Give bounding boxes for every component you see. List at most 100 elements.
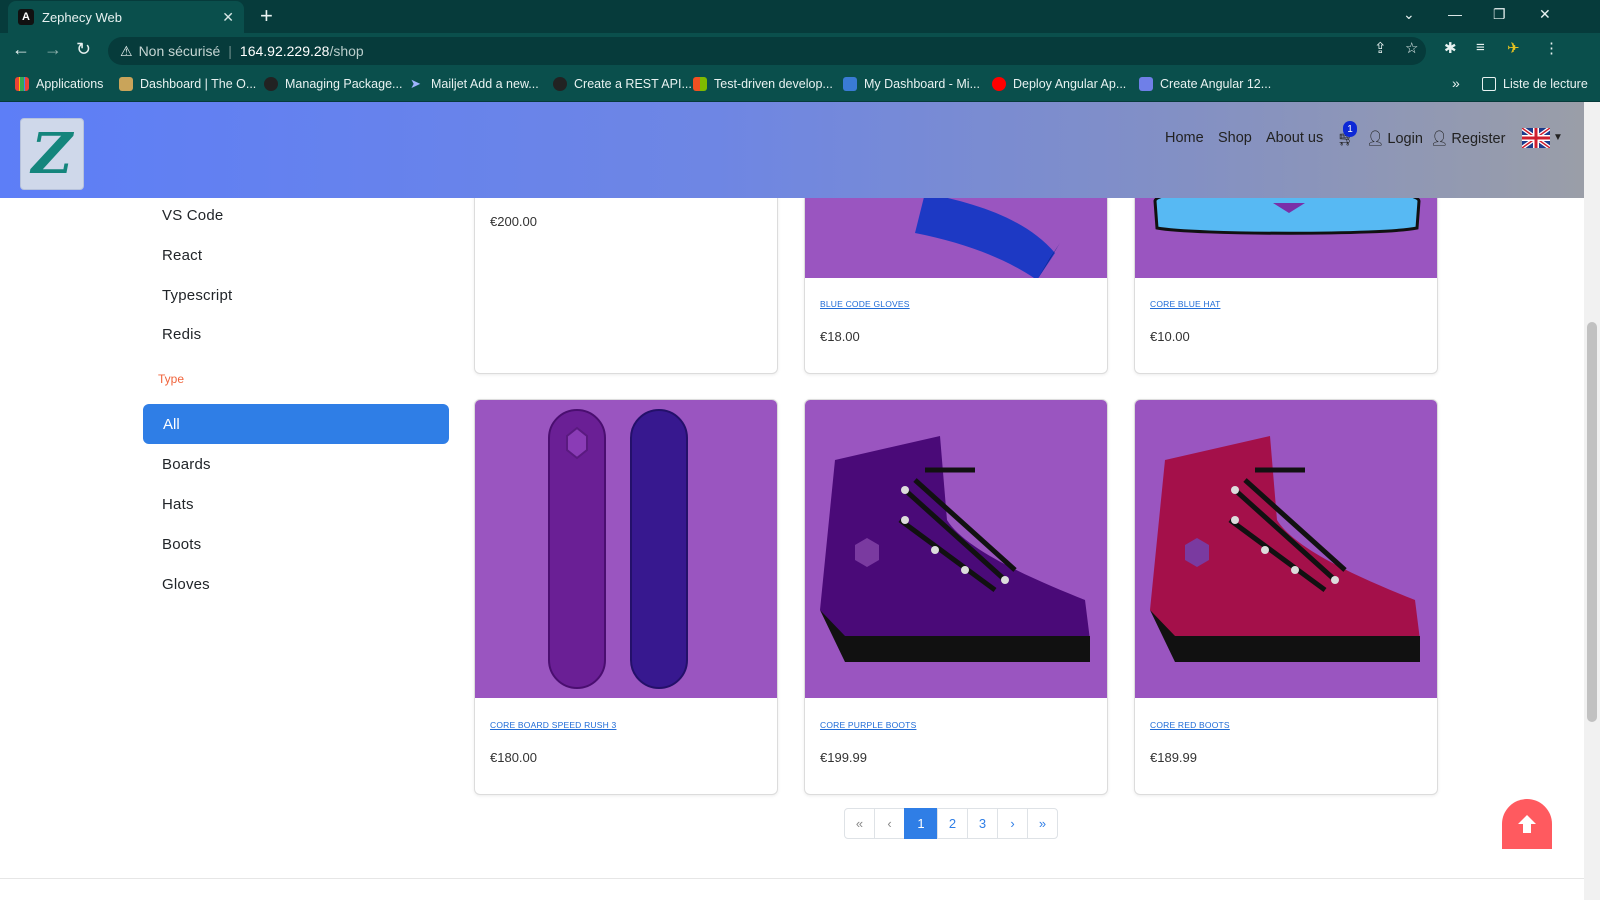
bookmark-deploy-angular[interactable]: Deploy Angular Ap... — [992, 77, 1126, 91]
type-filter-boards[interactable]: Boards — [162, 456, 211, 473]
language-caret-icon[interactable]: ▼ — [1553, 132, 1563, 143]
media-queue-icon[interactable]: ≡ — [1476, 39, 1485, 56]
tab-search-icon[interactable]: ⌄ — [1403, 6, 1415, 23]
page-last[interactable]: » — [1027, 808, 1058, 839]
extensions-icon[interactable]: ✱ — [1444, 39, 1457, 57]
angular-icon — [553, 77, 567, 91]
bookmark-mailjet[interactable]: ➤ Mailjet Add a new... — [410, 76, 539, 92]
nav-shop-link[interactable]: Shop — [1218, 130, 1252, 146]
register-link[interactable]: Register — [1451, 131, 1505, 147]
azure-icon — [843, 77, 857, 91]
user-plus-icon: 👤︎ — [1430, 131, 1449, 147]
nav-about[interactable]: About us — [1266, 130, 1323, 146]
product-card[interactable]: CORE RED BOOTS €189.99 — [1134, 399, 1438, 795]
site-icon — [1139, 77, 1153, 91]
page-1[interactable]: 1 — [904, 808, 938, 839]
bookmark-label: My Dashboard - Mi... — [864, 77, 981, 91]
product-image-red-boots[interactable] — [1135, 400, 1437, 698]
pagination: « ‹ 1 2 3 › » — [844, 808, 1058, 839]
security-label[interactable]: Non sécurisé — [139, 43, 221, 59]
page-first[interactable]: « — [844, 808, 875, 839]
product-name-link[interactable]: CORE BLUE HAT — [1150, 299, 1220, 309]
bookmark-applications[interactable]: Applications — [15, 77, 103, 91]
product-card[interactable]: CORE BOARD SPEED RUSH 3 €180.00 — [474, 399, 778, 795]
login-link[interactable]: Login — [1387, 131, 1422, 147]
scroll-to-top-button[interactable] — [1502, 799, 1552, 849]
bookmarks-overflow-button[interactable]: » — [1452, 75, 1460, 91]
site-logo[interactable]: Z — [20, 118, 84, 190]
reload-button[interactable]: ↻ — [76, 39, 91, 60]
page-scrollbar[interactable] — [1584, 102, 1600, 900]
apps-grid-icon — [15, 77, 29, 91]
browser-tab[interactable]: A Zephecy Web ✕ — [8, 1, 244, 33]
warning-icon[interactable]: ⚠ — [120, 43, 133, 60]
minimize-button[interactable]: — — [1448, 6, 1462, 22]
address-bar[interactable]: ⚠ Non sécurisé | 164.92.229.28 /shop — [108, 37, 1426, 65]
back-button[interactable]: ← — [12, 39, 30, 60]
purple-boot-illustration — [820, 436, 1090, 662]
logo-letter: Z — [31, 121, 73, 187]
product-name-link[interactable]: CORE BOARD SPEED RUSH 3 — [490, 720, 616, 730]
product-name-link[interactable]: BLUE CODE GLOVES — [820, 299, 910, 309]
product-card[interactable]: CORE PURPLE BOOTS €199.99 — [804, 399, 1108, 795]
filter-item-typescript[interactable]: Typescript — [162, 287, 232, 304]
bookmark-star-icon[interactable]: ☆ — [1405, 39, 1418, 57]
send-icon: ➤ — [410, 76, 421, 91]
product-price: €18.00 — [820, 329, 860, 344]
bookmark-label: Applications — [36, 77, 104, 91]
angular-favicon-icon: A — [18, 9, 34, 25]
product-price: €199.99 — [820, 750, 867, 765]
page-viewport: €200.00 BLUE CODE GLOVES €18.00 CORE BLU… — [0, 102, 1584, 900]
menu-kebab-icon[interactable]: ⋮ — [1544, 39, 1559, 57]
new-tab-button[interactable]: + — [260, 4, 273, 28]
type-filter-gloves[interactable]: Gloves — [162, 576, 210, 593]
extension-icon[interactable]: ✈ — [1507, 39, 1520, 57]
arrow-up-icon — [1518, 815, 1536, 833]
user-icon: 👤︎ — [1366, 131, 1385, 147]
register-button[interactable]: 👤︎ Register — [1430, 130, 1505, 148]
reading-list-button[interactable]: Liste de lecture — [1482, 77, 1588, 91]
browser-toolbar: ← → ↻ ⚠ Non sécurisé | 164.92.229.28 /sh… — [0, 33, 1600, 69]
type-filter-boots[interactable]: Boots — [162, 536, 201, 553]
page-2[interactable]: 2 — [937, 808, 968, 839]
product-name-link[interactable]: CORE PURPLE BOOTS — [820, 720, 916, 730]
bookmark-my-dashboard[interactable]: My Dashboard - Mi... — [843, 77, 980, 91]
scrollbar-thumb[interactable] — [1587, 322, 1597, 722]
nav-home[interactable]: Home — [1165, 130, 1204, 146]
filter-item-react[interactable]: React — [162, 247, 202, 264]
bookmark-label: Create a REST API... — [574, 77, 692, 91]
bookmark-rest-api[interactable]: Create a REST API... — [553, 77, 692, 91]
red-boot-illustration — [1150, 436, 1420, 662]
page-next[interactable]: › — [997, 808, 1028, 839]
nav-about-link[interactable]: About us — [1266, 130, 1323, 146]
tab-close-icon[interactable]: ✕ — [222, 9, 234, 26]
bookmarks-bar: Applications Dashboard | The O... Managi… — [0, 69, 1600, 102]
reading-list-label: Liste de lecture — [1503, 77, 1588, 91]
type-filter-all[interactable]: All — [143, 404, 449, 444]
bookmark-create-angular[interactable]: Create Angular 12... — [1139, 77, 1271, 91]
restore-button[interactable]: ❐ — [1493, 6, 1506, 23]
url-path: /shop — [329, 43, 364, 59]
product-price: €180.00 — [490, 750, 537, 765]
share-icon[interactable]: ⇪ — [1374, 39, 1387, 57]
deer-icon — [119, 77, 133, 91]
filter-item-redis[interactable]: Redis — [162, 326, 201, 343]
uk-flag-icon[interactable] — [1522, 128, 1550, 148]
bookmark-managing-package[interactable]: Managing Package... — [264, 77, 402, 91]
page-3[interactable]: 3 — [967, 808, 998, 839]
product-name-link[interactable]: CORE RED BOOTS — [1150, 720, 1230, 730]
bookmark-tdd[interactable]: Test-driven develop... — [693, 77, 833, 91]
nav-home-link[interactable]: Home — [1165, 130, 1204, 146]
forward-button[interactable]: → — [44, 39, 62, 60]
youtube-icon — [992, 77, 1006, 91]
product-image-board[interactable] — [475, 400, 777, 698]
login-button[interactable]: 👤︎ Login — [1366, 130, 1423, 148]
type-filter-hats[interactable]: Hats — [162, 496, 194, 513]
product-image-purple-boots[interactable] — [805, 400, 1107, 698]
bookmark-dashboard[interactable]: Dashboard | The O... — [119, 77, 256, 91]
nav-shop[interactable]: Shop — [1218, 130, 1252, 146]
page-prev[interactable]: ‹ — [874, 808, 905, 839]
filter-item-vscode[interactable]: VS Code — [162, 207, 223, 224]
site-header: Z Home Shop About us 🛒︎ 1 👤︎ Login 👤︎ Regi… — [0, 102, 1584, 198]
close-window-button[interactable]: ✕ — [1539, 6, 1551, 23]
